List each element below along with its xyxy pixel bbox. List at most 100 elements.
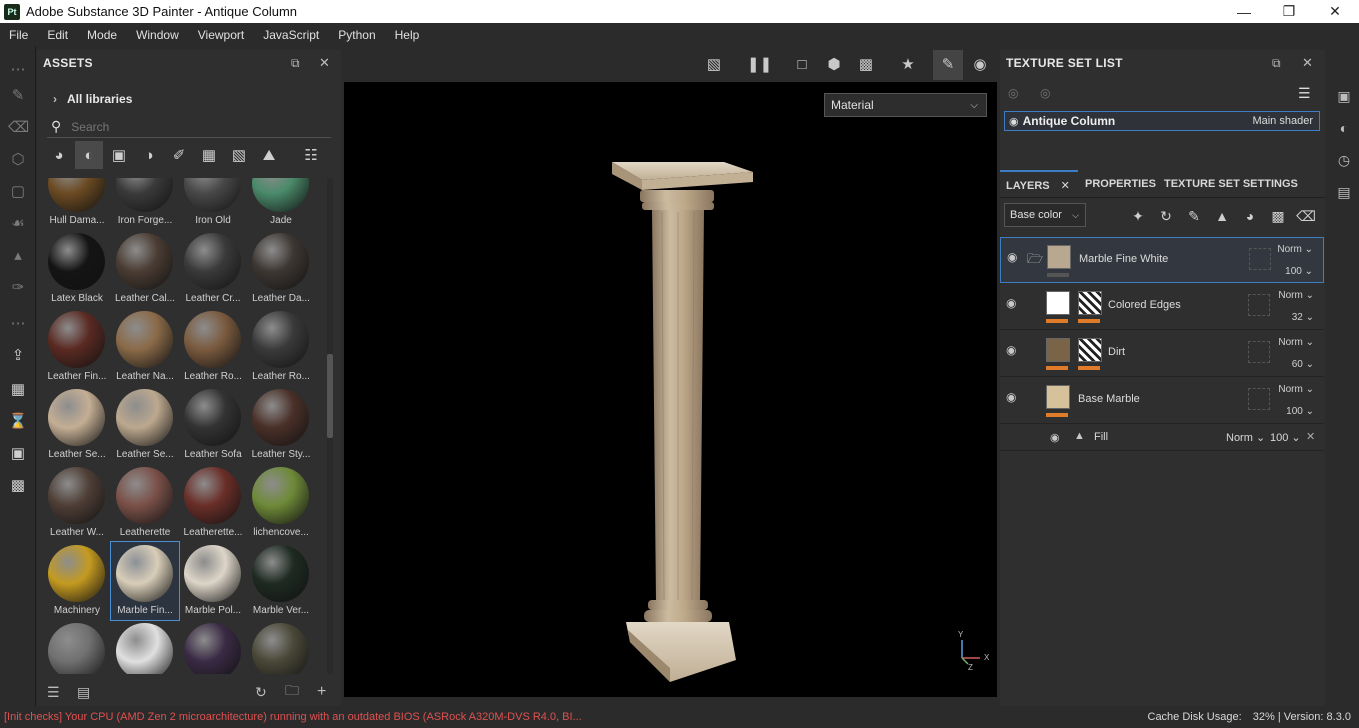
material-tile[interactable]: Leather Fin...	[43, 308, 111, 386]
viewport-3d[interactable]: Y X Z	[344, 82, 997, 697]
maximize-icon[interactable]: ❐	[1266, 0, 1312, 23]
textures-filter-icon[interactable]: ▦	[195, 141, 223, 169]
smudge-icon[interactable]: ☙	[8, 214, 28, 234]
blend-mask-slot[interactable]	[1248, 341, 1270, 363]
blend-mask-slot[interactable]	[1249, 248, 1271, 270]
material-tile[interactable]: Leatherette...	[179, 464, 247, 542]
add-effect-icon[interactable]: ✦	[1128, 206, 1148, 226]
material-tile[interactable]: metal cyb...	[43, 620, 111, 674]
opacity-value[interactable]: 60 ⌄	[1292, 359, 1314, 370]
symmetry-icon[interactable]: ★	[897, 54, 919, 76]
materials-filter-icon[interactable]: ◐	[75, 141, 103, 169]
delete-layer-icon[interactable]: ⌫	[1296, 206, 1316, 226]
material-tile[interactable]: Leather Se...	[43, 386, 111, 464]
tab-texture-set-settings[interactable]: TEXTURE SET SETTINGS	[1164, 170, 1298, 198]
texture-set-row[interactable]: ◉ Antique Column Main shader	[1004, 111, 1320, 131]
layer-row[interactable]: ◉ Dirt Norm ⌄ 60 ⌄	[1000, 331, 1324, 377]
camera-video-icon[interactable]: ▩	[855, 54, 877, 76]
material-tile[interactable]: Leather Cal...	[111, 230, 179, 308]
scrollbar-thumb[interactable]	[327, 354, 333, 438]
procedurals-filter-icon[interactable]: ▧	[225, 141, 253, 169]
blend-mode[interactable]: Norm ⌄	[1278, 337, 1314, 348]
smart-masks-filter-icon[interactable]: ▣	[105, 141, 133, 169]
material-tile[interactable]: Leather Da...	[247, 230, 315, 308]
material-tile[interactable]: Jade	[247, 178, 315, 230]
material-tile[interactable]: Leatherette	[111, 464, 179, 542]
material-tile[interactable]: Marble Ver...	[247, 542, 315, 620]
material-tile[interactable]: Leather Se...	[111, 386, 179, 464]
hide-icon[interactable]: ◎	[1008, 86, 1018, 100]
material-tile[interactable]: Iron Forge...	[111, 178, 179, 230]
eye-icon[interactable]: ◉	[1006, 390, 1016, 404]
material-tile[interactable]: painted mi...	[247, 620, 315, 674]
blend-mode[interactable]: Norm ⌄	[1278, 384, 1314, 395]
layer-row[interactable]: ◉ 🗁 Marble Fine White Norm ⌄ 100 ⌄	[1000, 237, 1324, 283]
cube-icon[interactable]: ⬢	[823, 54, 845, 76]
eye-icon[interactable]: ◉	[1009, 115, 1019, 128]
texture-set-icon[interactable]: ▣	[1334, 86, 1354, 106]
close-tab-icon[interactable]: ✕	[1061, 180, 1070, 192]
fill-opacity[interactable]: 100 ⌄	[1270, 431, 1301, 444]
material-tile[interactable]: Leather W...	[43, 464, 111, 542]
paint-mode-icon[interactable]: ✎	[933, 50, 963, 80]
add-smart-mask-icon[interactable]: ◕	[1240, 206, 1260, 226]
remove-effect-icon[interactable]: ✕	[1306, 430, 1315, 443]
close-window-icon[interactable]: ✕	[1312, 0, 1358, 23]
history-icon-2[interactable]: ◷	[1334, 150, 1354, 170]
tab-layers[interactable]: LAYERS ✕	[1000, 170, 1078, 198]
hide-uv-icon[interactable]: ▧	[703, 54, 725, 76]
material-tile[interactable]: Leather Na...	[111, 308, 179, 386]
bake-icon[interactable]: ▦	[8, 380, 28, 400]
menu-window[interactable]: Window	[127, 28, 189, 42]
material-tile[interactable]: Leather Sofa	[179, 386, 247, 464]
geometry-mask-icon[interactable]: ▢	[8, 182, 28, 202]
menu-python[interactable]: Python	[329, 28, 385, 42]
opacity-value[interactable]: 100 ⌄	[1285, 266, 1313, 277]
tab-properties[interactable]: PROPERTIES	[1085, 170, 1156, 198]
add-folder-icon[interactable]: ▩	[1268, 206, 1288, 226]
add-icon[interactable]: +	[317, 683, 326, 701]
material-tile[interactable]: Leather Cr...	[179, 230, 247, 308]
add-mask-icon[interactable]: ↻	[1156, 206, 1176, 226]
blend-mode[interactable]: Norm ⌄	[1278, 290, 1314, 301]
search-input[interactable]	[71, 119, 292, 134]
shelf-icon[interactable]: ▩	[8, 476, 28, 496]
filters-filter-icon[interactable]: ◑	[135, 141, 163, 169]
paint-brush-icon[interactable]: ✎	[8, 86, 28, 106]
opacity-value[interactable]: 100 ⌄	[1286, 406, 1314, 417]
menu-viewport[interactable]: Viewport	[189, 28, 254, 42]
menu-file[interactable]: File	[0, 28, 38, 42]
list-options-icon[interactable]: ▤	[77, 684, 90, 701]
material-tile[interactable]: Latex Black	[43, 230, 111, 308]
layer-row[interactable]: ◉ Base Marble Norm ⌄ 100 ⌄	[1000, 378, 1324, 424]
history-icon[interactable]: ⌛	[8, 412, 28, 432]
status-error-message[interactable]: [Init checks] Your CPU (AMD Zen 2 microa…	[0, 711, 582, 723]
close-panel-icon-2[interactable]: ✕	[1302, 55, 1313, 71]
eraser-icon[interactable]: ⌫	[8, 118, 29, 138]
blend-mask-slot[interactable]	[1248, 294, 1270, 316]
material-tile[interactable]: Leather Ro...	[179, 308, 247, 386]
material-mode-select[interactable]: Material ⌵	[824, 93, 987, 117]
export-icon[interactable]: ⇪	[8, 346, 28, 366]
color-picker-icon[interactable]: ✑	[8, 278, 28, 298]
float-panel-icon-2[interactable]: ⧉	[1272, 56, 1281, 71]
layer-row[interactable]: ◉ Colored Edges Norm ⌄ 32 ⌄	[1000, 284, 1324, 330]
folder-icon[interactable]: 🗁	[1027, 250, 1043, 272]
material-tile[interactable]: Marble Pol...	[179, 542, 247, 620]
material-tile[interactable]: Iron Old	[179, 178, 247, 230]
float-panel-icon[interactable]: ⧉	[291, 56, 300, 71]
eye-icon[interactable]: ◉	[1050, 431, 1060, 444]
material-tile[interactable]: old painte...	[179, 620, 247, 674]
channel-select[interactable]: Base color ⌵	[1004, 203, 1086, 227]
log-icon[interactable]: ▤	[1334, 182, 1354, 202]
material-tile[interactable]: Leather Ro...	[247, 308, 315, 386]
display-settings-icon[interactable]: ▣	[8, 444, 28, 464]
blend-mask-slot[interactable]	[1248, 388, 1270, 410]
material-tile[interactable]: Leather Sty...	[247, 386, 315, 464]
eye-icon[interactable]: ◉	[1006, 343, 1016, 357]
material-tile[interactable]: Marble Fin...	[110, 541, 180, 621]
material-tile[interactable]: old painte...	[111, 620, 179, 674]
asset-scrollbar[interactable]	[327, 178, 333, 674]
add-fill-layer-icon[interactable]: ▲	[1212, 206, 1232, 226]
close-panel-icon[interactable]: ✕	[319, 55, 330, 71]
